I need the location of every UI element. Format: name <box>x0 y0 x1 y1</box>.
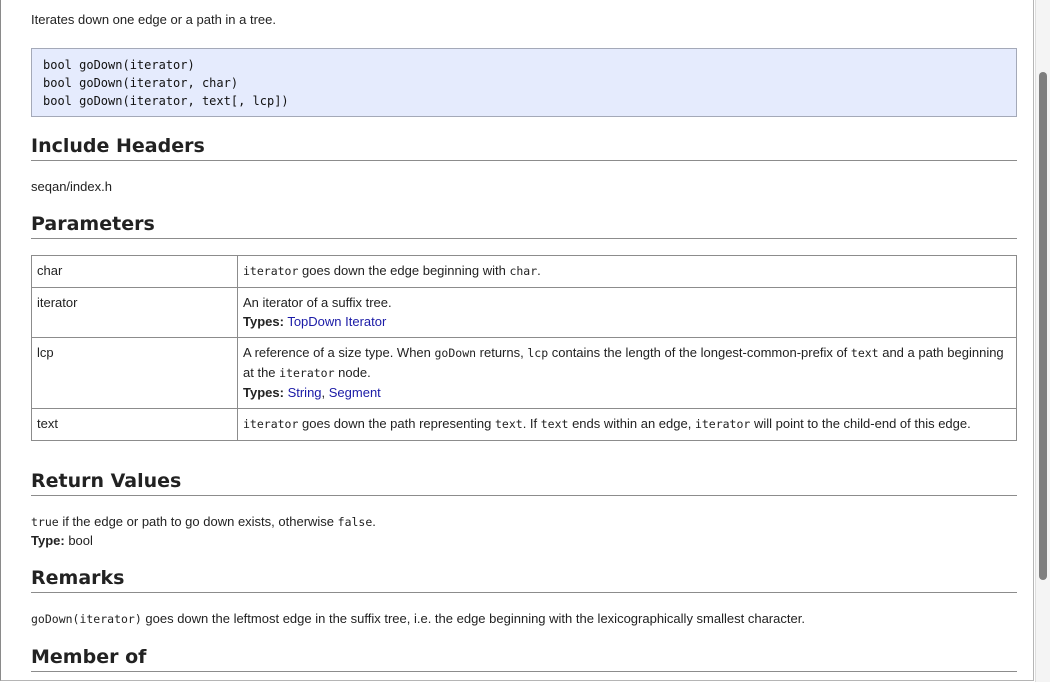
param-description: A reference of a size type. When goDown … <box>237 337 1017 409</box>
description-text: goes down the edge beginning with <box>298 263 510 278</box>
return-value-text: true if the edge or path to go down exis… <box>31 512 376 532</box>
code-text: goDown <box>434 346 477 360</box>
document-frame: Iterates down one edge or a path in a tr… <box>0 0 1034 681</box>
table-row: char iterator goes down the edge beginni… <box>31 255 1017 288</box>
remarks-heading: Remarks <box>31 566 1017 593</box>
include-headers-heading: Include Headers <box>31 134 1017 161</box>
code-text: iterator <box>279 366 335 380</box>
types-label: Types: <box>243 314 284 329</box>
return-values-heading: Return Values <box>31 469 1017 496</box>
signature-line: bool goDown(iterator, text[, lcp]) <box>43 94 289 108</box>
table-row: text iterator goes down the path represe… <box>31 408 1017 441</box>
signature-box: bool goDown(iterator) bool goDown(iterat… <box>31 48 1017 117</box>
table-row: iterator An iterator of a suffix tree. Ty… <box>31 287 1017 338</box>
return-type: Type: bool <box>31 531 93 550</box>
separator: , <box>321 385 329 400</box>
description-text: . <box>372 514 376 529</box>
type-link-string[interactable]: String <box>288 385 322 400</box>
remarks-text: goDown(iterator) goes down the leftmost … <box>31 609 805 629</box>
code-text: text <box>540 417 569 431</box>
description-text: ends within an edge, <box>568 416 695 431</box>
code-text: lcp <box>527 346 549 360</box>
description-text: returns, <box>476 345 528 360</box>
code-text: iterator <box>243 417 299 431</box>
code-text: iterator <box>694 417 751 431</box>
code-text: char <box>509 264 538 278</box>
param-name: char <box>31 255 238 288</box>
code-text: iterator <box>243 264 299 278</box>
description-text: goes down the path representing <box>298 416 495 431</box>
description-text: . If <box>522 416 541 431</box>
parameters-table: char iterator goes down the edge beginni… <box>31 255 1017 441</box>
description-text: . <box>537 263 541 278</box>
code-text: true <box>31 515 59 529</box>
type-label: Type: <box>31 533 65 548</box>
signature-line: bool goDown(iterator, char) <box>43 76 239 90</box>
signature-line: bool goDown(iterator) <box>43 58 195 72</box>
description-text: goes down the leftmost edge in the suffi… <box>141 611 805 626</box>
description-text: A reference of a size type. When <box>243 345 435 360</box>
param-name: lcp <box>31 337 238 409</box>
type-value: bool <box>64 533 93 548</box>
parameters-heading: Parameters <box>31 212 1017 239</box>
code-text: text <box>494 417 523 431</box>
member-of-heading: Member of <box>31 645 1017 672</box>
description-text: An iterator of a suffix tree. <box>243 295 392 310</box>
table-row: lcp A reference of a size type. When goD… <box>31 337 1017 409</box>
description-text: contains the length of the longest-commo… <box>548 345 851 360</box>
param-name: text <box>31 408 238 441</box>
include-header-value: seqan/index.h <box>31 179 112 194</box>
function-description: Iterates down one edge or a path in a tr… <box>31 12 277 27</box>
code-text: text <box>850 346 879 360</box>
vertical-scrollbar[interactable] <box>1035 0 1050 682</box>
description-text: if the edge or path to go down exists, o… <box>58 514 338 529</box>
param-description: iterator goes down the path representing… <box>237 408 1017 441</box>
code-text: goDown(iterator) <box>31 612 142 626</box>
param-description: iterator goes down the edge beginning wi… <box>237 255 1017 288</box>
description-text: node. <box>334 365 371 380</box>
description-text: will point to the child-end of this edge… <box>750 416 971 431</box>
param-description: An iterator of a suffix tree. Types: TopD… <box>237 287 1017 338</box>
types-label: Types: <box>243 385 284 400</box>
code-text: false <box>337 515 373 529</box>
param-name: iterator <box>31 287 238 338</box>
scrollbar-thumb[interactable] <box>1039 72 1047 580</box>
type-link-segment[interactable]: Segment <box>329 385 381 400</box>
type-link-topdown-iterator[interactable]: TopDown Iterator <box>287 314 386 329</box>
